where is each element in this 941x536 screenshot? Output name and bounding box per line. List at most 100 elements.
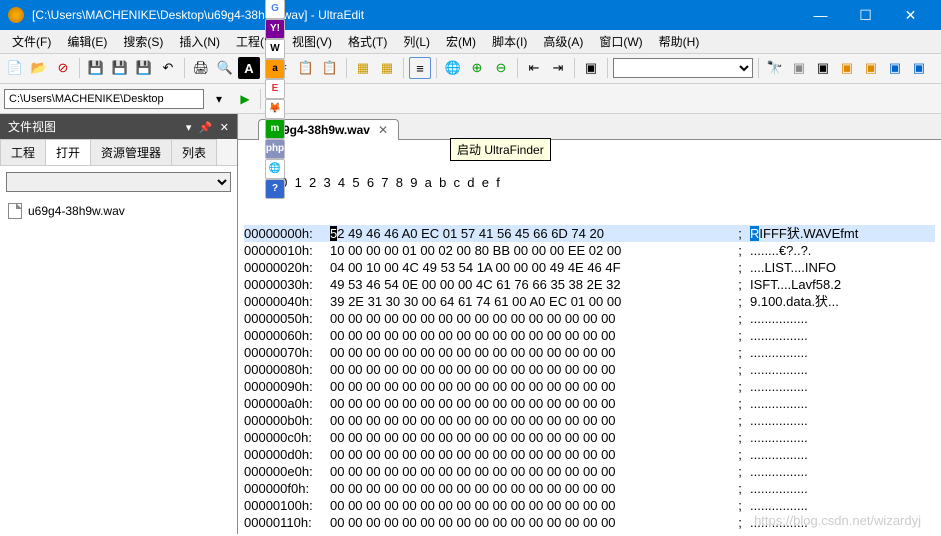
revert-icon[interactable]: ↶ xyxy=(157,57,179,79)
hex-row[interactable]: 000000e0h: 00 00 00 00 00 00 00 00 00 00… xyxy=(244,463,935,480)
window-title: [C:\Users\MACHENIKE\Desktop\u69g4-38h9w.… xyxy=(32,8,798,22)
hex-row[interactable]: 00000000h: 52 49 46 46 A0 EC 01 57 41 56… xyxy=(244,225,935,242)
binoculars-icon[interactable]: 🔭 xyxy=(764,57,786,79)
tool2-icon[interactable]: ▣ xyxy=(812,57,834,79)
close-doc-icon[interactable]: ⊘ xyxy=(52,57,74,79)
hex-row[interactable]: 000000f0h: 00 00 00 00 00 00 00 00 00 00… xyxy=(244,480,935,497)
indent-right-icon[interactable]: ⇥ xyxy=(547,57,569,79)
tooltip: 启动 UltraFinder xyxy=(450,138,551,161)
paste-icon[interactable]: 📋 xyxy=(319,57,341,79)
ultracompare-icon[interactable]: ⊖ xyxy=(490,57,512,79)
menu-5[interactable]: 视图(V) xyxy=(284,31,340,52)
menu-1[interactable]: 编辑(E) xyxy=(59,31,115,52)
maximize-button[interactable]: ☐ xyxy=(843,0,888,30)
close-button[interactable]: ✕ xyxy=(888,0,933,30)
hex-row[interactable]: 00000080h: 00 00 00 00 00 00 00 00 00 00… xyxy=(244,361,935,378)
yahoo-icon[interactable]: Y! xyxy=(265,19,285,39)
toggle2-icon[interactable]: ▦ xyxy=(376,57,398,79)
path-dropdown-icon[interactable]: ▾ xyxy=(208,88,230,110)
web-icon[interactable]: 🌐 xyxy=(265,159,285,179)
wikipedia-icon[interactable]: W xyxy=(265,39,285,59)
file-view-panel: 文件视图 ▾ 📌 ✕ 工程打开资源管理器列表 u69g4-38h9w.wav xyxy=(0,114,238,534)
menu-6[interactable]: 格式(T) xyxy=(340,31,395,52)
hex-row[interactable]: 00000110h: 00 00 00 00 00 00 00 00 00 00… xyxy=(244,514,935,531)
side-tab-打开[interactable]: 打开 xyxy=(45,139,91,165)
hex-row[interactable]: 00000100h: 00 00 00 00 00 00 00 00 00 00… xyxy=(244,497,935,514)
panel-tabs: 工程打开资源管理器列表 xyxy=(0,139,237,166)
tool5-icon[interactable]: ▣ xyxy=(884,57,906,79)
menu-0[interactable]: 文件(F) xyxy=(4,31,59,52)
go-icon[interactable]: ▶ xyxy=(234,88,256,110)
editor-tabstrip: u69g4-38h9w.wav ✕ xyxy=(238,114,941,140)
hex-column-header: 0 1 2 3 4 5 6 7 8 9 a b c d e f xyxy=(244,174,935,191)
toolbar-main: 📄 📂 ⊘ 💾 💾 💾 ↶ 🖨 🔍 A ✂ 📋 📋 ▦ ▦ ≡ 🌐 ⊕ ⊖ ⇤ … xyxy=(0,54,941,84)
path-input[interactable] xyxy=(4,89,204,109)
new-file-icon[interactable]: 📄 xyxy=(4,57,26,79)
ultrafinder-icon[interactable]: ⊕ xyxy=(466,57,488,79)
indent-left-icon[interactable]: ⇤ xyxy=(523,57,545,79)
menu-12[interactable]: 帮助(H) xyxy=(651,31,708,52)
save-as-icon[interactable]: 💾 xyxy=(109,57,131,79)
menu-10[interactable]: 高级(A) xyxy=(535,31,591,52)
firefox-icon[interactable]: 🦊 xyxy=(265,99,285,119)
hex-row[interactable]: 00000070h: 00 00 00 00 00 00 00 00 00 00… xyxy=(244,344,935,361)
panel-dropdown-icon[interactable]: ▾ xyxy=(186,122,192,134)
hex-row[interactable]: 00000120h: 00 00 00 00 00 00 00 00 00 00… xyxy=(244,531,935,534)
open-file-icon[interactable]: 📂 xyxy=(28,57,50,79)
menu-2[interactable]: 搜索(S) xyxy=(115,31,171,52)
toolbar-address: ▾ ▶ GY!WaE🦊mphp🌐? 启动 UltraFinder xyxy=(0,84,941,114)
shell-icon[interactable]: ▣ xyxy=(580,57,602,79)
copy-icon[interactable]: 📋 xyxy=(295,57,317,79)
titlebar: [C:\Users\MACHENIKE\Desktop\u69g4-38h9w.… xyxy=(0,0,941,30)
help-icon[interactable]: ? xyxy=(265,179,285,199)
wordwrap-icon[interactable]: ≡ xyxy=(409,57,431,79)
panel-title: 文件视图 xyxy=(8,118,56,135)
hex-row[interactable]: 000000c0h: 00 00 00 00 00 00 00 00 00 00… xyxy=(244,429,935,446)
tool4-icon[interactable]: ▣ xyxy=(860,57,882,79)
menu-8[interactable]: 宏(M) xyxy=(438,31,484,52)
toggle1-icon[interactable]: ▦ xyxy=(352,57,374,79)
hex-row[interactable]: 000000d0h: 00 00 00 00 00 00 00 00 00 00… xyxy=(244,446,935,463)
msn-icon[interactable]: m xyxy=(265,119,285,139)
tool1-icon[interactable]: ▣ xyxy=(788,57,810,79)
tool3-icon[interactable]: ▣ xyxy=(836,57,858,79)
panel-pin-icon[interactable]: 📌 xyxy=(199,122,213,134)
side-tab-工程[interactable]: 工程 xyxy=(0,139,46,165)
hex-row[interactable]: 00000090h: 00 00 00 00 00 00 00 00 00 00… xyxy=(244,378,935,395)
hex-row[interactable]: 00000010h: 10 00 00 00 01 00 02 00 80 BB… xyxy=(244,242,935,259)
hex-row[interactable]: 000000b0h: 00 00 00 00 00 00 00 00 00 00… xyxy=(244,412,935,429)
save-all-icon[interactable]: 💾 xyxy=(133,57,155,79)
google-icon[interactable]: G xyxy=(265,0,285,19)
syntax-combo[interactable] xyxy=(613,58,753,78)
editor-area: u69g4-38h9w.wav ✕ 0 1 2 3 4 5 6 7 8 9 a … xyxy=(238,114,941,534)
menubar: 文件(F)编辑(E)搜索(S)插入(N)工程(P)视图(V)格式(T)列(L)宏… xyxy=(0,30,941,54)
minimize-button[interactable]: — xyxy=(798,0,843,30)
hex-editor[interactable]: 0 1 2 3 4 5 6 7 8 9 a b c d e f 00000000… xyxy=(238,140,941,534)
hex-row[interactable]: 000000a0h: 00 00 00 00 00 00 00 00 00 00… xyxy=(244,395,935,412)
print-preview-icon[interactable]: 🔍 xyxy=(214,57,236,79)
save-icon[interactable]: 💾 xyxy=(85,57,107,79)
menu-3[interactable]: 插入(N) xyxy=(171,31,228,52)
amazon-icon[interactable]: a xyxy=(265,59,285,79)
file-item[interactable]: u69g4-38h9w.wav xyxy=(6,200,231,222)
side-tab-列表[interactable]: 列表 xyxy=(171,139,217,165)
menu-11[interactable]: 窗口(W) xyxy=(591,31,650,52)
hex-row[interactable]: 00000040h: 39 2E 31 30 30 00 64 61 74 61… xyxy=(244,293,935,310)
browser-icon[interactable]: 🌐 xyxy=(442,57,464,79)
tool6-icon[interactable]: ▣ xyxy=(908,57,930,79)
hex-row[interactable]: 00000050h: 00 00 00 00 00 00 00 00 00 00… xyxy=(244,310,935,327)
font-icon[interactable]: A xyxy=(238,57,260,79)
panel-close-icon[interactable]: ✕ xyxy=(220,122,229,134)
hex-row[interactable]: 00000060h: 00 00 00 00 00 00 00 00 00 00… xyxy=(244,327,935,344)
menu-9[interactable]: 脚本(I) xyxy=(484,31,535,52)
filter-combo[interactable] xyxy=(6,172,231,192)
side-tab-资源管理器[interactable]: 资源管理器 xyxy=(90,139,172,165)
file-name: u69g4-38h9w.wav xyxy=(28,204,125,218)
hex-row[interactable]: 00000030h: 49 53 46 54 0E 00 00 00 4C 61… xyxy=(244,276,935,293)
ebay-icon[interactable]: E xyxy=(265,79,285,99)
hex-row[interactable]: 00000020h: 04 00 10 00 4C 49 53 54 1A 00… xyxy=(244,259,935,276)
menu-7[interactable]: 列(L) xyxy=(395,31,438,52)
php-icon[interactable]: php xyxy=(265,139,285,159)
tab-close-icon[interactable]: ✕ xyxy=(378,123,388,137)
print-icon[interactable]: 🖨 xyxy=(190,57,212,79)
